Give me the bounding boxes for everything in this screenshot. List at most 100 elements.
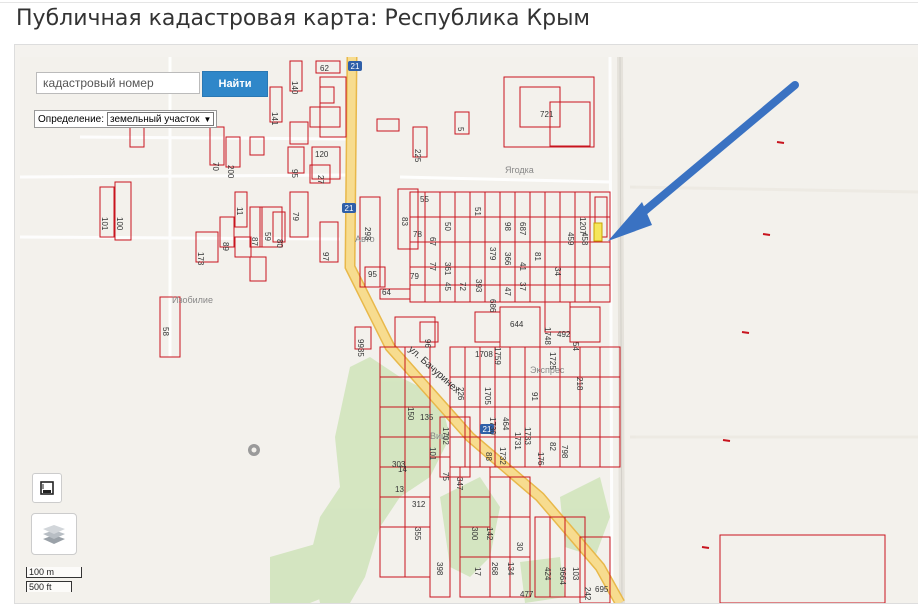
parcel-number-label: 88 (484, 452, 493, 461)
parcel-number-label: 242 (583, 587, 592, 601)
parcel-number-label: 492 (557, 330, 571, 339)
chevron-down-icon: ▼ (203, 114, 212, 124)
parcel-number-label: 458 (580, 232, 589, 246)
parcel-number-label: 1730 (488, 417, 497, 435)
parcel-number-label: 5 (456, 127, 465, 132)
parcel-number-label: 477 (520, 590, 534, 599)
definition-selected: земельный участок (110, 113, 200, 125)
page-title: Публичная кадастровая карта: Республика … (16, 6, 591, 31)
parcel-number-label: 695 (595, 585, 609, 594)
pointer-arrow (608, 81, 799, 241)
parcel-number-label: 47 (503, 287, 512, 296)
cadastral-search-input[interactable]: кадастровый номер (36, 72, 200, 94)
parcel-number-label: 45 (443, 282, 452, 291)
parcel-number-label: 41 (518, 262, 527, 271)
parcel-number-label: 79 (291, 212, 300, 221)
svg-text:Изобилие: Изобилие (172, 295, 213, 305)
parcel-number-label: 459 (566, 232, 575, 246)
parcel-number-label: 101 (428, 447, 437, 461)
parcel-number-label: 87 (250, 237, 259, 246)
place-pin-icon[interactable] (248, 444, 260, 456)
map-canvas[interactable]: 21 21 21 Ягодка Изобилие Авто Экспрес Ви… (20, 57, 918, 603)
search-button[interactable]: Найти (202, 71, 268, 97)
svg-text:21: 21 (345, 204, 354, 213)
layers-icon (43, 525, 65, 544)
parcel-number-label: 393 (474, 279, 483, 293)
parcel-number-label: 347 (455, 477, 464, 491)
parcel-number-label: 98 (503, 222, 512, 231)
parcel-number-label: 1759 (493, 347, 502, 365)
scale-metric: 100 m (26, 567, 82, 578)
parcel-number-label: 17 (473, 567, 482, 576)
parcel-number-label: 64 (382, 288, 391, 297)
parcel-number-label: 268 (490, 562, 499, 576)
parcel-number-label: 67 (428, 237, 437, 246)
parcel-number-label: 77 (428, 262, 437, 271)
parcel-number-label: 9935 (356, 339, 365, 357)
search-placeholder: кадастровый номер (43, 76, 154, 90)
parcel-number-label: 97 (321, 252, 330, 261)
map-frame-icon (40, 481, 54, 495)
highlighted-parcel[interactable] (593, 222, 603, 242)
parcel-number-label: 9664 (558, 567, 567, 585)
parcel-number-label: 644 (510, 320, 524, 329)
scale-imperial: 500 ft (26, 581, 72, 592)
svg-text:21: 21 (351, 62, 360, 71)
parcel-number-label: 1708 (475, 350, 493, 359)
svg-text:Экспрес: Экспрес (530, 365, 565, 375)
parcel-number-label: 37 (518, 282, 527, 291)
parcel-number-label: 218 (575, 377, 584, 391)
parcel-number-label: 686 (488, 299, 497, 313)
map-frame-toggle-button[interactable] (32, 473, 62, 503)
parcel-number-label: 293 (363, 227, 372, 241)
parcel-number-label: 1748 (543, 327, 552, 345)
map-frame[interactable]: 21 21 21 Ягодка Изобилие Авто Экспрес Ви… (14, 44, 918, 604)
parcel-number-label: 798 (560, 445, 569, 459)
parcel-number-label: 27 (316, 175, 325, 184)
parcel-number-label: 30 (515, 542, 524, 551)
parcel-number-label: 1733 (523, 427, 532, 445)
svg-text:Ягодка: Ягодка (505, 165, 534, 175)
parcel-number-label: 82 (548, 442, 557, 451)
cadastral-map[interactable]: 21 21 21 Ягодка Изобилие Авто Экспрес Ви… (20, 57, 918, 603)
parcel-number-label: 1731 (513, 432, 522, 450)
parcel-number-label: 72 (458, 282, 467, 291)
parcel-number-label: 424 (543, 567, 552, 581)
layers-button[interactable] (31, 513, 77, 555)
parcel-number-label: 1732 (498, 447, 507, 465)
parcel-number-label: 89 (221, 242, 230, 251)
parcel-number-label: 55 (420, 195, 429, 204)
parcel-number-label: 398 (435, 562, 444, 576)
parcel-number-label: 135 (420, 413, 434, 422)
parcel-number-label: 95 (290, 169, 299, 178)
parcel-number-label: 361 (443, 262, 452, 276)
parcel-number-label: 11 (235, 207, 244, 216)
parcel-number-label: 225 (413, 149, 422, 163)
parcel-number-label: 100 (115, 217, 124, 231)
definition-label: Определение: (38, 113, 105, 125)
parcel-number-label: 58 (161, 327, 170, 336)
parcel-number-label: 464 (501, 417, 510, 431)
parcel-number-label: 83 (400, 217, 409, 226)
parcel-number-label: 150 (406, 407, 415, 421)
parcel-number-label: 96 (423, 339, 432, 348)
parcel-number-label: 366 (503, 252, 512, 266)
parcel-number-label: 101 (100, 217, 109, 231)
parcel-number-label: 355 (413, 527, 422, 541)
definition-select[interactable]: земельный участок ▼ (107, 112, 215, 126)
parcel-number-label: 312 (412, 500, 426, 509)
top-divider (0, 2, 918, 3)
parcel-number-label: 95 (368, 270, 377, 279)
parcel-number-label: 176 (536, 452, 545, 466)
parcel-number-label: 1702 (441, 427, 450, 445)
parcel-number-label: 78 (413, 230, 422, 239)
parcel-number-label: 70 (211, 162, 220, 171)
parcel-number-label: 81 (533, 252, 542, 261)
parcel-number-label: 50 (443, 222, 452, 231)
parcel-number-label: 1725 (548, 352, 557, 370)
parcel-number-label: 80 (275, 239, 284, 248)
parcel-number-label: 300 (470, 527, 479, 541)
parcel-number-label: 140 (290, 81, 299, 95)
parcel-number-label: 51 (473, 207, 482, 216)
parcel-number-label: 200 (226, 165, 235, 179)
